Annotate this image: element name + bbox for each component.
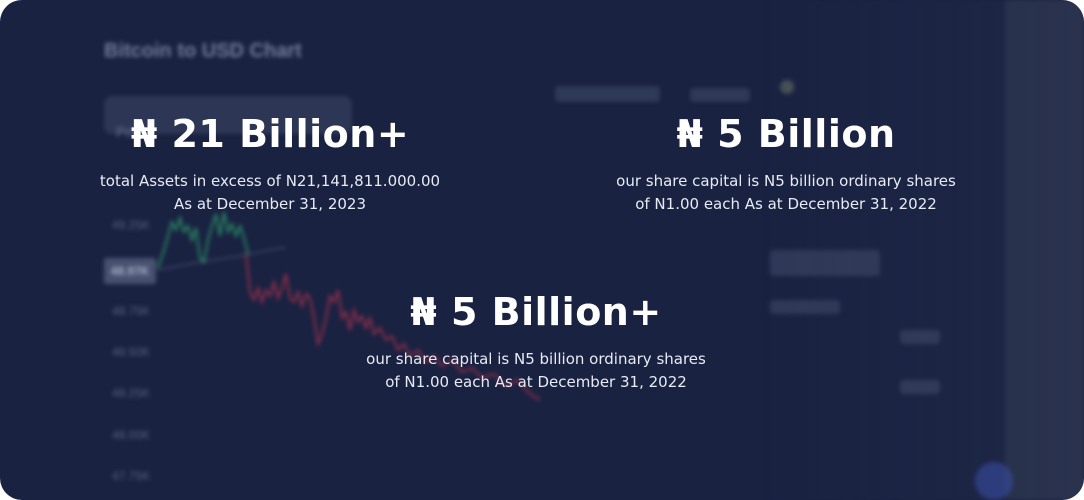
stat-share-capital: ₦ 5 Billion our share capital is N5 bill… xyxy=(580,112,992,216)
background-widget-bar xyxy=(900,330,940,344)
background-up-segment xyxy=(157,211,249,269)
stat-share-capital-plus: ₦ 5 Billion+ our share capital is N5 bil… xyxy=(330,290,742,394)
stats-banner: Bitcoin to USD Chart Price 49.25K 48.97K… xyxy=(0,0,1084,500)
stat-description-line: total Assets in excess of N21,141,811.00… xyxy=(99,172,441,190)
background-widget-bar xyxy=(770,250,880,276)
stat-description-line: our share capital is N5 billion ordinary… xyxy=(366,350,706,368)
background-circle xyxy=(975,462,1013,500)
background-chart-image: Bitcoin to USD Chart Price 49.25K 48.97K… xyxy=(0,0,1084,500)
stat-description-line: As at December 31, 2023 xyxy=(173,195,367,213)
background-dot xyxy=(780,80,794,94)
stat-value: ₦ 5 Billion xyxy=(676,112,896,156)
background-header-bar xyxy=(690,88,750,102)
background-ma-line xyxy=(157,247,286,271)
background-price-line xyxy=(157,211,541,401)
stat-description-line: of N1.00 each As at December 31, 2022 xyxy=(385,373,687,391)
stat-value: ₦ 5 Billion+ xyxy=(410,290,662,334)
stat-description: total Assets in excess of N21,141,811.00… xyxy=(70,170,470,216)
background-widget-bar xyxy=(900,380,940,394)
background-header-bar xyxy=(555,86,660,102)
stat-value: ₦ 21 Billion+ xyxy=(130,112,410,156)
stat-description-line: of N1.00 each As at December 31, 2022 xyxy=(635,195,937,213)
background-widget-bar xyxy=(770,300,840,314)
stat-description: our share capital is N5 billion ordinary… xyxy=(580,170,992,216)
stat-total-assets: ₦ 21 Billion+ total Assets in excess of … xyxy=(70,112,470,216)
stat-description-line: our share capital is N5 billion ordinary… xyxy=(616,172,956,190)
stat-description: our share capital is N5 billion ordinary… xyxy=(330,348,742,394)
